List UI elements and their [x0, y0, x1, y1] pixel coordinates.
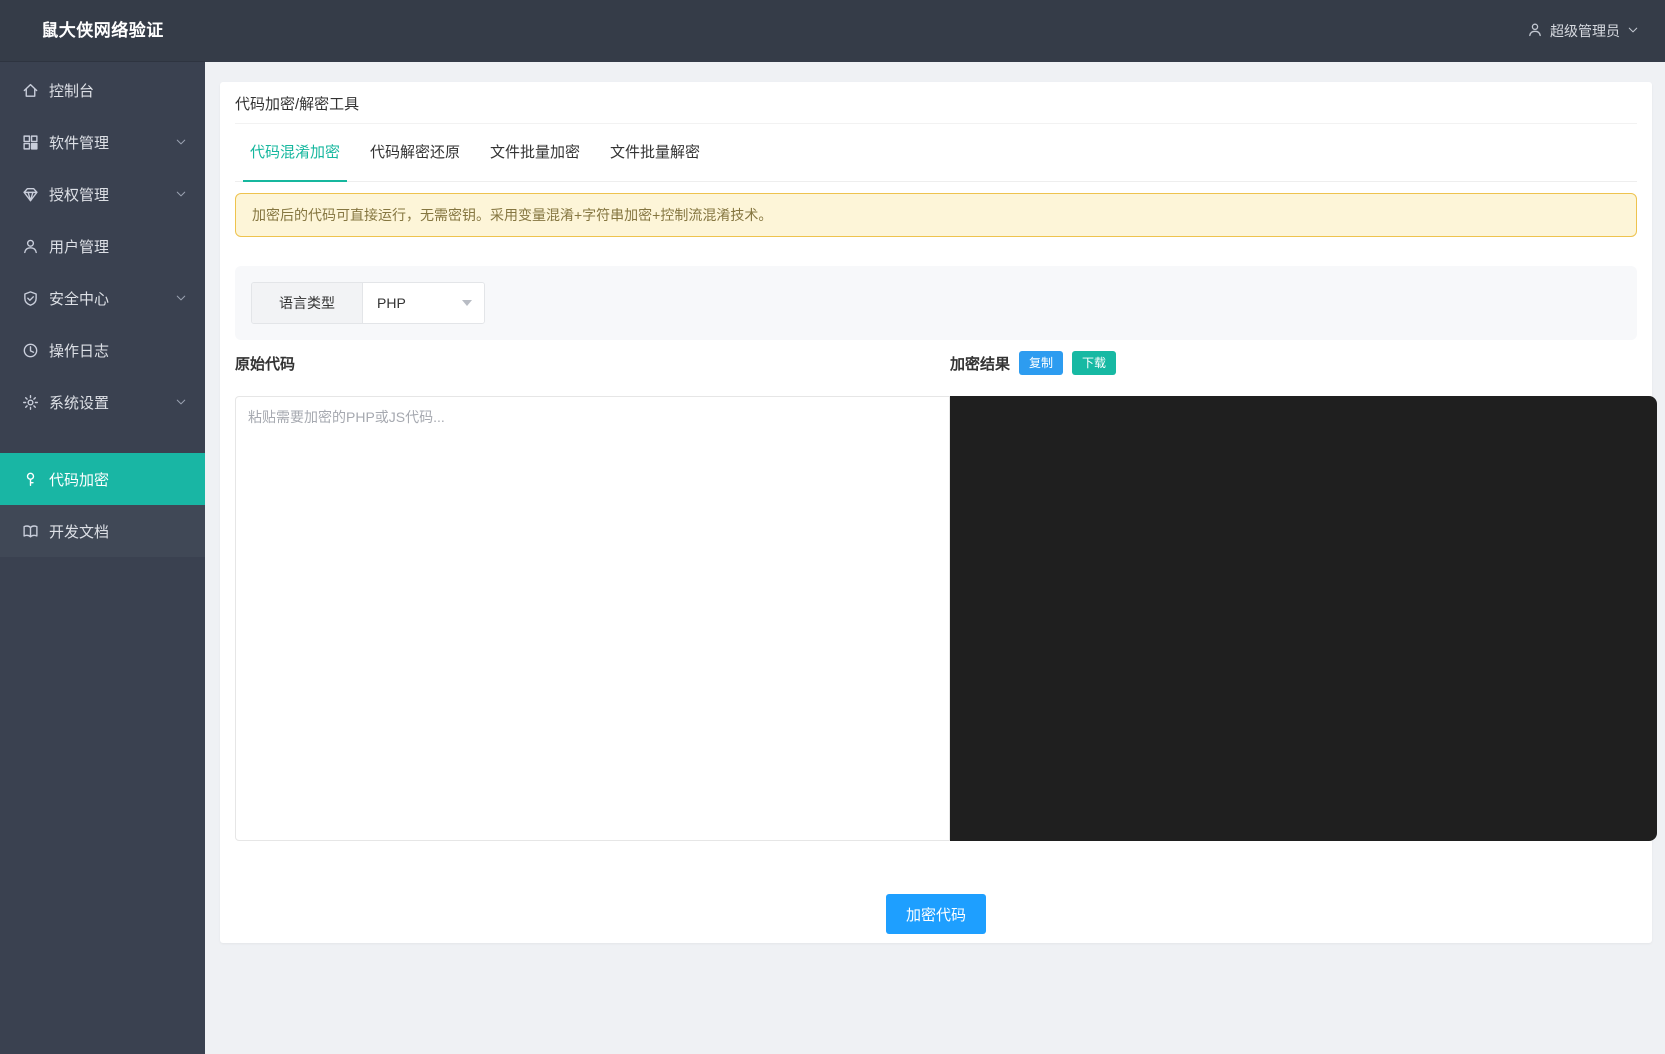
encrypt-code-button[interactable]: 加密代码 [886, 894, 986, 934]
key-icon [22, 471, 39, 488]
user-icon [22, 238, 39, 255]
language-label: 语言类型 [252, 283, 363, 323]
sidebar-item-label: 软件管理 [49, 132, 109, 153]
notice-banner: 加密后的代码可直接运行，无需密钥。采用变量混淆+字符串加密+控制流混淆技术。 [235, 193, 1637, 237]
chevron-down-icon [175, 136, 187, 148]
user-menu[interactable]: 超级管理员 [1527, 0, 1639, 62]
tab-obfuscate-encrypt[interactable]: 代码混淆加密 [235, 124, 355, 181]
encrypted-result-panel[interactable] [950, 396, 1657, 841]
tab-bar: 代码混淆加密 代码解密还原 文件批量加密 文件批量解密 [235, 124, 1637, 182]
result-label: 加密结果 [950, 353, 1010, 374]
panel-headers: 原始代码 加密结果 复制 下载 [235, 350, 1637, 376]
chevron-down-icon [175, 292, 187, 304]
select-arrow-icon [462, 300, 472, 306]
sidebar-item-label: 代码加密 [49, 469, 109, 490]
language-selected-value: PHP [377, 295, 406, 311]
sidebar-item-settings[interactable]: 系统设置 [0, 376, 205, 428]
sidebar-item-label: 授权管理 [49, 184, 109, 205]
chevron-down-icon [175, 396, 187, 408]
chevron-down-icon [175, 188, 187, 200]
sidebar-nav: 控制台 软件管理 授权管理 用户管理 [0, 62, 205, 557]
sidebar-item-authorization[interactable]: 授权管理 [0, 168, 205, 220]
apps-icon [22, 134, 39, 151]
sidebar-item-docs[interactable]: 开发文档 [0, 505, 205, 557]
sidebar: 鼠大侠网络验证 控制台 软件管理 授权管理 [0, 0, 205, 1054]
sidebar-item-label: 开发文档 [49, 521, 109, 542]
app-brand: 鼠大侠网络验证 [0, 0, 205, 62]
language-select[interactable]: PHP [363, 283, 484, 323]
sidebar-item-users[interactable]: 用户管理 [0, 220, 205, 272]
sidebar-item-label: 操作日志 [49, 340, 109, 361]
sidebar-item-label: 安全中心 [49, 288, 109, 309]
home-icon [22, 82, 39, 99]
gear-icon [22, 394, 39, 411]
source-code-label: 原始代码 [235, 356, 295, 373]
page-title: 代码加密/解密工具 [235, 82, 1637, 124]
language-form: 语言类型 PHP [235, 266, 1637, 340]
top-header: 超级管理员 [0, 0, 1665, 62]
action-row: 加密代码 [235, 894, 1637, 934]
source-code-input[interactable] [235, 396, 950, 841]
tool-card: 代码加密/解密工具 代码混淆加密 代码解密还原 文件批量加密 文件批量解密 加密… [220, 82, 1652, 943]
sidebar-item-security[interactable]: 安全中心 [0, 272, 205, 324]
sidebar-item-console[interactable]: 控制台 [0, 64, 205, 116]
user-name: 超级管理员 [1550, 21, 1620, 41]
sidebar-item-software[interactable]: 软件管理 [0, 116, 205, 168]
book-icon [22, 523, 39, 540]
gem-icon [22, 186, 39, 203]
editor-panels [235, 396, 1657, 841]
tab-decrypt-restore[interactable]: 代码解密还原 [355, 124, 475, 181]
person-icon [1527, 22, 1543, 41]
sidebar-item-label: 用户管理 [49, 236, 109, 257]
sidebar-item-logs[interactable]: 操作日志 [0, 324, 205, 376]
language-group: 语言类型 PHP [251, 282, 485, 324]
chevron-down-icon [1627, 23, 1639, 39]
download-button[interactable]: 下载 [1072, 351, 1116, 375]
content-area: 代码加密/解密工具 代码混淆加密 代码解密还原 文件批量加密 文件批量解密 加密… [205, 62, 1665, 1054]
sidebar-item-label: 系统设置 [49, 392, 109, 413]
sidebar-item-code-encryption[interactable]: 代码加密 [0, 453, 205, 505]
tab-batch-decrypt[interactable]: 文件批量解密 [595, 124, 715, 181]
sidebar-item-label: 控制台 [49, 80, 94, 101]
shield-icon [22, 290, 39, 307]
clock-icon [22, 342, 39, 359]
tab-batch-encrypt[interactable]: 文件批量加密 [475, 124, 595, 181]
copy-button[interactable]: 复制 [1019, 351, 1063, 375]
